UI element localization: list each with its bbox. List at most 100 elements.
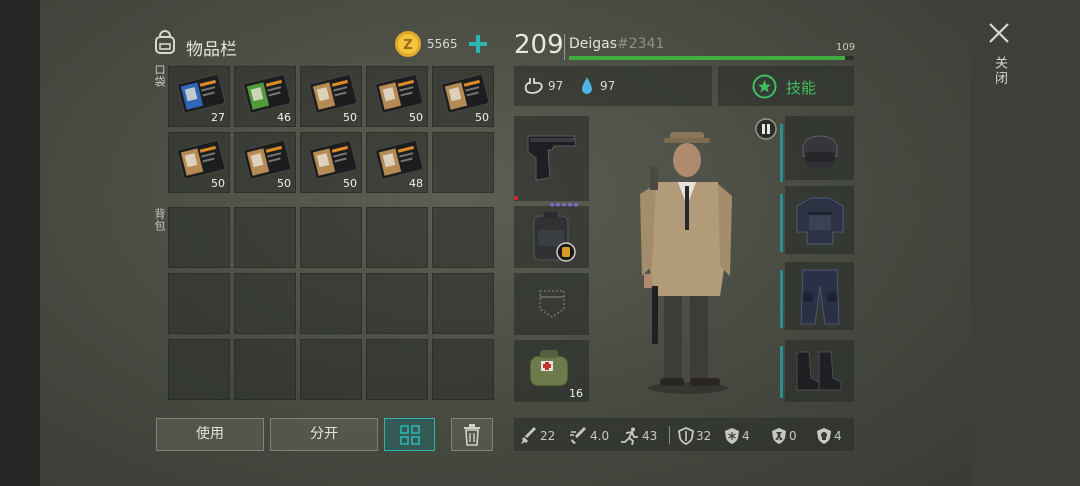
snowflake-shield-icon (725, 428, 739, 444)
stats-divider (669, 426, 670, 444)
helmet-slot[interactable] (785, 116, 854, 180)
right-side-panel (970, 0, 1080, 486)
pistol-icon (527, 135, 577, 181)
id-card-wallet-icon (309, 74, 358, 114)
id-card-wallet-icon (243, 74, 292, 114)
stat-attack-speed-value: 4.0 (590, 429, 610, 443)
item-count: 46 (277, 111, 291, 124)
attack-speed-icon (570, 427, 586, 444)
boots-icon (796, 351, 842, 391)
weapon-slot[interactable] (514, 116, 589, 207)
stat-toxic-resist: 4 (816, 427, 842, 445)
player-tag: #2341 (617, 36, 665, 52)
id-card-wallet-icon (177, 74, 226, 114)
backpack-empty-slot[interactable] (366, 273, 428, 334)
left-edge-bar (0, 0, 40, 486)
pocket-item-slot[interactable]: 50 (300, 132, 362, 193)
backpack-empty-slot[interactable] (300, 339, 362, 400)
medkit-count: 16 (569, 387, 583, 400)
item-count: 27 (211, 111, 225, 124)
item-count: 50 (211, 177, 225, 190)
stat-radiation-resist: 0 (771, 427, 797, 445)
stat-cold-resist-value: 4 (742, 429, 750, 443)
grid-sort-icon (399, 425, 420, 445)
skills-label: 技能 (786, 79, 817, 97)
backpack-empty-slot[interactable] (432, 339, 494, 400)
item-count: 50 (277, 177, 291, 190)
backpack-empty-slot[interactable] (234, 339, 296, 400)
character-model (640, 132, 732, 394)
pocket-item-slot[interactable]: 50 (234, 132, 296, 193)
id-card-wallet-icon (375, 140, 424, 180)
helmet-slot-indicator (780, 124, 783, 182)
vest-slot-indicator (780, 194, 783, 252)
backpack-empty-slot[interactable] (366, 207, 428, 268)
id-card-wallet-icon (375, 74, 424, 114)
pocket-empty-slot[interactable] (432, 132, 494, 193)
hunger-value: 97 (548, 79, 564, 93)
boots-slot[interactable] (785, 340, 854, 402)
backpack-empty-slot[interactable] (234, 273, 296, 334)
pocket-item-slot[interactable]: 27 (168, 66, 230, 127)
backpack-empty-slot[interactable] (234, 207, 296, 268)
xp-bar-fill (569, 56, 846, 60)
backpack-empty-slot[interactable] (168, 339, 230, 400)
boots-slot-indicator (780, 346, 783, 398)
pocket-item-slot[interactable]: 50 (366, 66, 428, 127)
player-name: Deigas#2341 (569, 36, 664, 52)
coin-count: 5565 (427, 37, 458, 51)
close-icon[interactable] (988, 22, 1010, 44)
player-name-text: Deigas (569, 36, 618, 52)
split-button[interactable]: 分开 (270, 418, 378, 451)
add-coins-icon[interactable] (468, 34, 488, 54)
pocket-item-slot[interactable]: 48 (366, 132, 428, 193)
id-card-wallet-icon (177, 140, 226, 180)
stat-speed-value: 43 (642, 429, 658, 443)
inventory-header: 物品栏 Z 5565 (152, 30, 492, 60)
backpack-label: 背包 (153, 208, 166, 232)
gender-toggle-icon[interactable] (755, 118, 777, 140)
backpack-empty-slot[interactable] (366, 339, 428, 400)
stat-radiation-resist-value: 0 (789, 429, 797, 443)
use-button[interactable]: 使用 (156, 418, 264, 451)
vest-slot[interactable] (785, 186, 854, 254)
tactical-backpack-icon (533, 212, 576, 262)
pocket-item-slot[interactable]: 46 (234, 66, 296, 127)
backpack-empty-slot[interactable] (432, 273, 494, 334)
delete-button[interactable] (451, 418, 493, 451)
id-card-wallet-icon (441, 74, 490, 114)
backpack-empty-slot[interactable] (432, 207, 494, 268)
skill-star-icon (752, 74, 777, 99)
pocket-placeholder-icon (539, 290, 565, 318)
pocket-slot[interactable] (514, 273, 589, 335)
skills-button[interactable]: 技能 (718, 66, 854, 106)
pants-slot[interactable] (785, 262, 854, 330)
trash-icon (464, 424, 480, 446)
item-count: 50 (409, 111, 423, 124)
backpack-empty-slot[interactable] (300, 207, 362, 268)
backpack-slot[interactable] (514, 206, 589, 268)
stat-defense-value: 32 (696, 429, 712, 443)
stat-speed: 43 (620, 427, 657, 445)
helmet-icon (802, 135, 838, 168)
sort-button[interactable] (384, 418, 435, 451)
inventory-title: 物品栏 (186, 40, 237, 60)
armor-pants-icon (800, 269, 840, 325)
toxic-shield-icon (817, 428, 831, 444)
armor-vest-icon (796, 197, 844, 245)
backpack-empty-slot[interactable] (168, 207, 230, 268)
pocket-item-slot[interactable]: 50 (168, 132, 230, 193)
backpack-empty-slot[interactable] (168, 273, 230, 334)
pocket-item-slot[interactable]: 50 (432, 66, 494, 127)
weapon-durability-bar (514, 196, 518, 200)
pocket-item-slot[interactable]: 50 (300, 66, 362, 127)
radiation-shield-icon (772, 428, 786, 444)
medkit-slot[interactable]: 16 (514, 340, 589, 402)
close-label[interactable]: 关闭 (990, 56, 1009, 86)
running-icon (621, 427, 638, 445)
id-card-wallet-icon (309, 140, 358, 180)
xp-bar-track (569, 56, 854, 60)
level-divider (564, 34, 565, 60)
backpack-empty-slot[interactable] (300, 273, 362, 334)
backpack-icon (155, 30, 175, 54)
